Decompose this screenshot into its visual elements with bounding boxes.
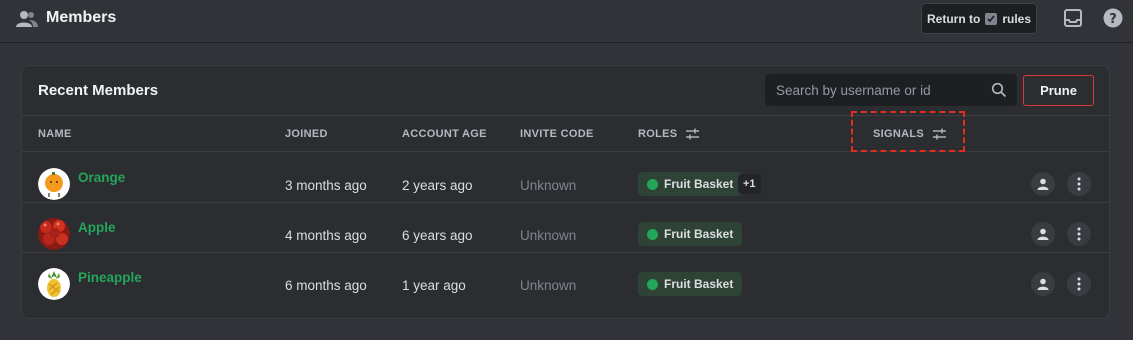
account-age-value: 1 year ago [402,278,466,293]
search-icon[interactable] [991,82,1007,98]
role-color-dot [647,228,658,240]
table-row[interactable]: Pineapple 6 months ago 1 year ago Unknow… [22,253,1109,303]
invite-code-value: Unknown [520,178,577,193]
help-icon[interactable]: ? [1103,8,1123,28]
column-header-roles-label: ROLES [638,128,678,140]
search-box [765,74,1017,106]
column-header-invite-code: INVITE CODE [520,128,594,140]
column-header-joined-label: JOINED [285,128,328,140]
username[interactable]: Pineapple [78,270,142,285]
apple-avatar-icon [38,218,70,250]
more-options-button[interactable] [1067,222,1091,246]
column-header-joined: JOINED [285,128,328,140]
column-header-account-age: ACCOUNT AGE [402,128,487,140]
table-row[interactable]: Apple 4 months ago 6 years ago Unknown F… [22,203,1109,253]
more-vertical-icon [1077,177,1081,191]
role-color-dot [647,278,658,290]
checkbox-icon [985,12,998,25]
more-options-button[interactable] [1067,272,1091,296]
table-row[interactable]: Orange 3 months ago 2 years ago Unknown … [22,153,1109,203]
card-title: Recent Members [38,82,159,99]
page-title: Members [46,9,117,26]
more-vertical-icon [1077,227,1081,241]
recent-members-card: Recent Members Prune NAME JOINED ACCOUNT… [21,65,1110,319]
signals-highlight-box [851,111,965,152]
inbox-icon[interactable] [1063,8,1083,28]
role-color-dot [647,178,658,190]
table-header: NAME JOINED ACCOUNT AGE INVITE CODE ROLE… [22,111,1109,152]
avatar [38,268,70,300]
role-name: Fruit Basket [664,177,734,191]
extra-roles-count[interactable]: +1 [738,174,761,194]
avatar [38,218,70,250]
column-header-roles[interactable]: ROLES [638,128,700,140]
joined-value: 3 months ago [285,178,367,193]
user-icon [1037,228,1049,240]
role-name: Fruit Basket [664,227,734,241]
profile-button[interactable] [1031,172,1055,196]
username[interactable]: Orange [78,170,125,185]
role-tag[interactable]: Fruit Basket [638,272,743,296]
top-bar: Members Return to rules ? [0,0,1133,43]
username[interactable]: Apple [78,220,116,235]
column-header-name: NAME [38,128,72,140]
user-icon [1037,278,1049,290]
return-suffix-label: rules [1002,11,1031,26]
column-header-name-label: NAME [38,128,72,140]
return-to-rules-button[interactable]: Return to rules [921,3,1037,34]
role-tag[interactable]: Fruit Basket [638,172,743,196]
joined-value: 4 months ago [285,228,367,243]
role-tag[interactable]: Fruit Basket [638,222,743,246]
invite-code-value: Unknown [520,228,577,243]
members-icon [16,11,38,27]
column-header-invite-code-label: INVITE CODE [520,128,594,140]
svg-text:?: ? [1109,12,1117,27]
account-age-value: 6 years ago [402,228,473,243]
prune-button[interactable]: Prune [1023,75,1094,106]
more-options-button[interactable] [1067,172,1091,196]
pineapple-avatar-icon [38,268,70,300]
joined-value: 6 months ago [285,278,367,293]
profile-button[interactable] [1031,222,1055,246]
search-input[interactable] [765,74,985,106]
orange-avatar-icon [38,168,70,200]
avatar [38,168,70,200]
account-age-value: 2 years ago [402,178,473,193]
filter-icon[interactable] [685,128,700,140]
user-icon [1037,178,1049,190]
role-name: Fruit Basket [664,277,734,291]
more-vertical-icon [1077,277,1081,291]
return-prefix-label: Return to [926,11,981,26]
profile-button[interactable] [1031,272,1055,296]
column-header-account-age-label: ACCOUNT AGE [402,128,487,140]
invite-code-value: Unknown [520,278,577,293]
